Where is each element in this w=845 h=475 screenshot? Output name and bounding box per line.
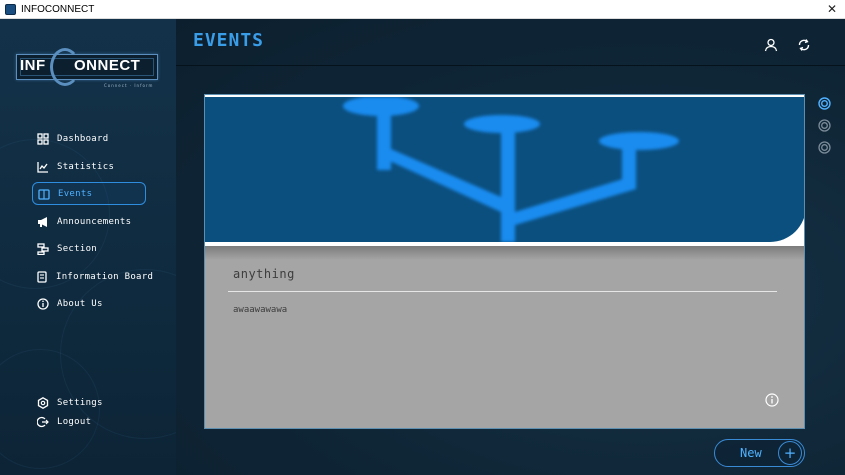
sidebar-item-announcements[interactable]: Announcements bbox=[32, 210, 146, 233]
page-title: EVENTS bbox=[193, 30, 265, 51]
new-button-label: New bbox=[740, 446, 762, 460]
sidebar-item-label: Dashboard bbox=[57, 133, 109, 144]
sidebar-item-label: Logout bbox=[57, 416, 92, 427]
close-button[interactable]: ✕ bbox=[825, 2, 839, 16]
window-titlebar: INFOCONNECT ✕ bbox=[0, 0, 845, 19]
event-description: awaawawawa bbox=[233, 305, 288, 315]
window-title: INFOCONNECT bbox=[21, 3, 95, 15]
event-title: anything bbox=[233, 267, 295, 281]
usb-symbol-icon bbox=[343, 97, 679, 242]
header-divider bbox=[176, 65, 845, 66]
sidebar-item-label: About Us bbox=[57, 298, 103, 309]
sidebar-item-label: Section bbox=[57, 243, 98, 254]
refresh-icon[interactable] bbox=[797, 37, 811, 51]
chart-icon bbox=[36, 160, 49, 173]
sidebar-item-section[interactable]: Section bbox=[32, 237, 146, 260]
sidebar-item-label: Statistics bbox=[57, 161, 115, 172]
carousel-dot-2[interactable] bbox=[818, 117, 831, 132]
section-icon bbox=[36, 242, 49, 255]
app-logo: INF ONNECT Connect · Inform bbox=[16, 44, 158, 96]
sidebar-item-statistics[interactable]: Statistics bbox=[32, 155, 146, 178]
sidebar-item-label: Settings bbox=[57, 397, 103, 408]
sidebar-item-logout[interactable]: Logout bbox=[32, 410, 146, 433]
board-icon bbox=[36, 270, 48, 283]
carousel-dot-3[interactable] bbox=[818, 139, 831, 154]
info-icon bbox=[36, 297, 49, 310]
main-content: EVENTS anything awaawawawa New + bbox=[176, 19, 845, 475]
sidebar-item-information-board[interactable]: Information Board bbox=[32, 265, 153, 288]
plus-icon: + bbox=[778, 441, 802, 465]
dashboard-icon bbox=[36, 132, 49, 145]
calendar-icon bbox=[37, 187, 50, 200]
event-card[interactable]: anything awaawawawa bbox=[204, 94, 805, 429]
logout-icon bbox=[36, 415, 49, 428]
sidebar-item-label: Events bbox=[58, 188, 93, 199]
carousel-dot-1[interactable] bbox=[818, 95, 831, 110]
event-divider bbox=[228, 291, 777, 292]
sidebar-item-events[interactable]: Events bbox=[32, 182, 146, 205]
user-icon[interactable] bbox=[764, 37, 778, 52]
sidebar-item-label: Announcements bbox=[57, 216, 132, 227]
gear-icon bbox=[36, 396, 49, 409]
sidebar: INF ONNECT Connect · Inform Dashboard St… bbox=[0, 19, 230, 475]
sidebar-item-about-us[interactable]: About Us bbox=[32, 292, 146, 315]
app-icon bbox=[5, 3, 16, 15]
info-icon[interactable] bbox=[765, 392, 779, 407]
new-event-button[interactable]: New + bbox=[714, 439, 805, 467]
megaphone-icon bbox=[36, 215, 49, 228]
sidebar-item-dashboard[interactable]: Dashboard bbox=[32, 127, 146, 150]
event-banner bbox=[205, 95, 804, 246]
sidebar-item-label: Information Board bbox=[56, 271, 154, 282]
